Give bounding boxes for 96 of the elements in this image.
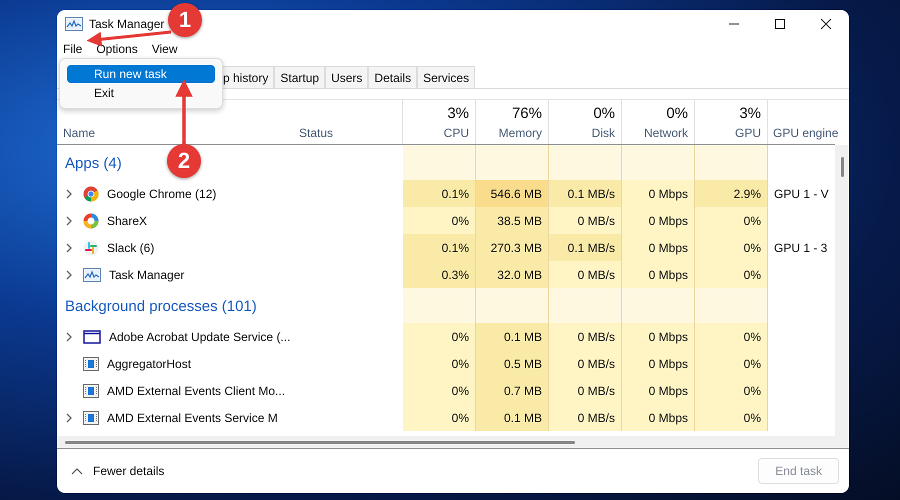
metric-cell: 0.3%: [403, 261, 476, 288]
menu-item[interactable]: Exit: [67, 84, 215, 102]
process-name: AMD External Events Client Mo...: [107, 384, 286, 398]
browser-icon: [83, 186, 99, 202]
process-name: Google Chrome (12): [107, 186, 216, 200]
service-icon: [83, 356, 99, 370]
chevron-icon[interactable]: [65, 188, 73, 198]
metric-cell: 0%: [695, 207, 768, 234]
chevron-icon[interactable]: [65, 412, 73, 422]
metric-cell: 0%: [695, 404, 768, 431]
metric-cell: 0 Mbps: [622, 207, 695, 234]
service-icon: [83, 410, 99, 424]
process-row[interactable]: Task Manager 0.3% 32.0 MB 0 MB/s 0 Mbps 0%: [57, 261, 835, 288]
column-header[interactable]: 0% Disk: [549, 100, 622, 144]
metric-cell: 0.5 MB: [476, 350, 549, 377]
chart-icon: [65, 17, 83, 31]
metric-cell: 546.6 MB: [476, 180, 549, 207]
metric-cell: 0.1%: [403, 180, 476, 207]
tab[interactable]: Startup: [274, 66, 326, 88]
annotation-arrow: [175, 79, 193, 146]
column-header[interactable]: Status: [293, 100, 403, 144]
process-row[interactable]: ShareX 0% 38.5 MB 0 MB/s 0 Mbps 0%: [57, 207, 835, 234]
gpu-engine-cell-text: GPU 1 - V: [773, 186, 829, 202]
metric-cell: 0 Mbps: [622, 323, 695, 350]
metric-cell: 0.7 MB: [476, 377, 549, 404]
process-name: ShareX: [107, 214, 148, 228]
column-header[interactable]: 3% CPU: [403, 100, 476, 144]
metric-cell: 0%: [695, 350, 768, 377]
process-name: AggregatorHost: [107, 356, 192, 370]
menu-item[interactable]: File: [63, 42, 82, 56]
metric-cell: 0.1 MB/s: [549, 180, 622, 207]
process-row[interactable]: AggregatorHost 0% 0.5 MB 0 MB/s 0 Mbps 0%: [57, 350, 835, 377]
column-header[interactable]: 76% Memory: [476, 100, 549, 144]
metric-cell: 0 MB/s: [549, 261, 622, 288]
metric-cell: 32.0 MB: [476, 261, 549, 288]
metric-cell: 2.9%: [695, 180, 768, 207]
column-header[interactable]: 3% GPU: [695, 100, 768, 144]
hash-icon: [83, 240, 99, 256]
process-row[interactable]: Adobe Acrobat Update Service (... 0% 0.1 MB 0 MB/s 0 Mbps 0%: [57, 323, 835, 350]
process-name: AMD External Events Service M: [107, 410, 278, 424]
metric-cell: 0 Mbps: [622, 377, 695, 404]
tab[interactable]: Details: [368, 66, 418, 88]
process-row[interactable]: Google Chrome (12) 0.1% 546.6 MB 0.1 MB/s 0 Mbps 2.9% GPU 1 - V: [57, 180, 835, 207]
process-row[interactable]: AMD External Events Service M 0% 0.1 MB 0 MB/s 0 Mbps 0%: [57, 404, 835, 431]
metric-cell: 0%: [695, 261, 768, 288]
metric-cell: 0.1%: [403, 234, 476, 261]
tab[interactable]: Users: [325, 66, 368, 88]
menu-item[interactable]: Options: [96, 42, 138, 56]
chevron-icon[interactable]: [65, 216, 73, 226]
process-name: Slack (6): [107, 240, 154, 254]
menu-item[interactable]: Run new task: [67, 65, 215, 83]
service-icon: [83, 384, 99, 398]
window-title: Task Manager: [89, 17, 164, 31]
tab[interactable]: Services: [417, 66, 476, 88]
process-name: Task Manager: [109, 268, 184, 282]
metric-cell: 0.1 MB/s: [549, 234, 622, 261]
metric-cell: 0.1 MB: [476, 404, 549, 431]
metric-cell: 0.1 MB: [476, 323, 549, 350]
metric-cell: 0 Mbps: [622, 180, 695, 207]
fewer-details-link[interactable]: Fewer details: [93, 464, 164, 478]
chevron-icon[interactable]: [65, 270, 73, 280]
metric-cell: 0 Mbps: [622, 404, 695, 431]
metric-cell: 0%: [695, 323, 768, 350]
group-heading[interactable]: Apps (4): [65, 155, 122, 172]
horizontal-scrollbar[interactable]: [57, 436, 849, 449]
column-header[interactable]: 0% Network: [622, 100, 695, 144]
metric-cell: 0%: [403, 207, 476, 234]
menu-item[interactable]: View: [152, 42, 178, 56]
metric-cell: 38.5 MB: [476, 207, 549, 234]
metric-cell: 0 MB/s: [549, 323, 622, 350]
metric-cell: 0 MB/s: [549, 377, 622, 404]
metric-cell: 0 MB/s: [549, 404, 622, 431]
metric-cell: 0 Mbps: [622, 350, 695, 377]
process-row[interactable]: Slack (6) 0.1% 270.3 MB 0.1 MB/s 0 Mbps 0% GPU 1 - 3: [57, 234, 835, 261]
metric-cell: 0 Mbps: [622, 261, 695, 288]
window-icon: [83, 330, 101, 344]
metric-cell: 0%: [403, 323, 476, 350]
metric-cell: 0%: [695, 377, 768, 404]
metric-cell: 0%: [403, 377, 476, 404]
metric-cell: 0%: [403, 404, 476, 431]
metric-cell: 0 MB/s: [549, 207, 622, 234]
chevron-icon[interactable]: [65, 332, 73, 342]
metric-cell: 0 MB/s: [549, 350, 622, 377]
metric-cell: 270.3 MB: [476, 234, 549, 261]
metric-cell: 0 Mbps: [622, 234, 695, 261]
process-name: Adobe Acrobat Update Service (...: [109, 330, 290, 344]
swirl-icon: [83, 212, 99, 228]
metric-cell: 0%: [695, 234, 768, 261]
vertical-scrollbar[interactable]: [835, 145, 849, 436]
group-heading[interactable]: Background processes (101): [65, 298, 257, 315]
chevron-up-icon[interactable]: [71, 467, 83, 475]
chart-icon: [83, 268, 101, 282]
process-row[interactable]: AMD External Events Client Mo... 0% 0.7 MB 0 MB/s 0 Mbps 0%: [57, 377, 835, 404]
gpu-engine-cell-text: GPU 1 - 3: [773, 240, 828, 256]
metric-cell: 0%: [403, 350, 476, 377]
chevron-icon[interactable]: [65, 242, 73, 252]
